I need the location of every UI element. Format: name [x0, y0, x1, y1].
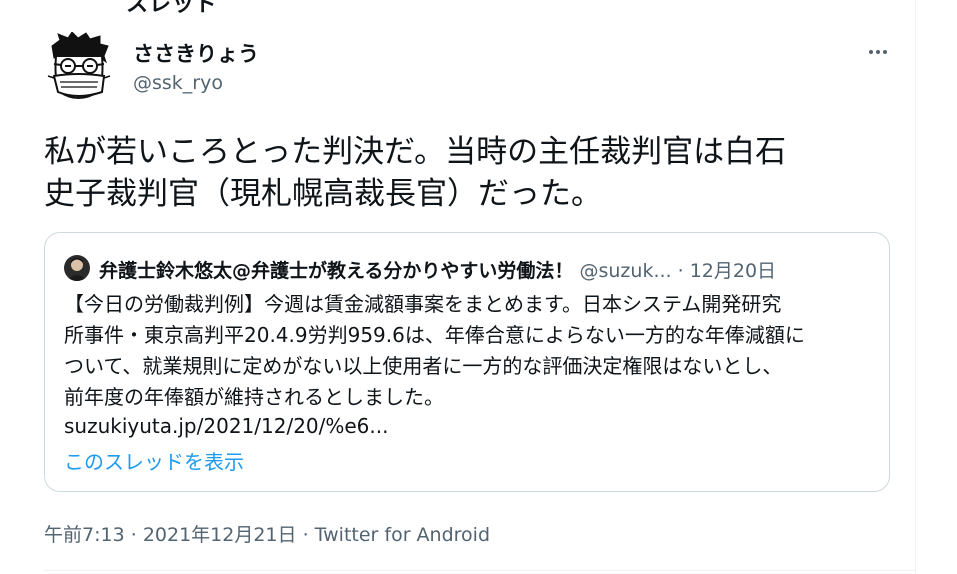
- tweet-time[interactable]: 午前7:13: [44, 524, 125, 546]
- author-display-name[interactable]: ささきりょう: [133, 38, 259, 68]
- quoted-tweet-text: 【今日の労働裁判例】今週は賃金減額事案をまとめます。日本システム開発研究 所事件…: [64, 292, 805, 409]
- quoted-tweet-header: 弁護士鈴木悠太@弁護士が教える分かりやすい労働法！ @suzuk... · 12…: [99, 256, 879, 283]
- person-photo-icon: [64, 255, 90, 281]
- header-title-cutoff: スレッド: [126, 0, 219, 17]
- quoted-author-name[interactable]: 弁護士鈴木悠太@弁護士が教える分かりやすい労働法！: [99, 260, 573, 282]
- column-border: [915, 0, 916, 574]
- tweet-date[interactable]: 2021年12月21日: [143, 524, 297, 546]
- more-dot: [883, 50, 887, 54]
- divider: [44, 570, 915, 571]
- meta-separator: ·: [130, 524, 137, 546]
- quoted-tweet-card[interactable]: 弁護士鈴木悠太@弁護士が教える分かりやすい労働法！ @suzuk... · 12…: [44, 232, 890, 492]
- tweet-source-app[interactable]: Twitter for Android: [315, 524, 490, 546]
- quoted-tweet-link[interactable]: suzukiyuta.jp/2021/12/20/%e6...: [64, 414, 388, 438]
- more-options-icon[interactable]: [860, 38, 896, 66]
- quoted-author-handle[interactable]: @suzuk...: [579, 260, 671, 282]
- tweet-meta: 午前7:13 · 2021年12月21日 · Twitter for Andro…: [44, 520, 490, 547]
- show-thread-link[interactable]: このスレッドを表示: [64, 446, 244, 475]
- quoted-separator: ·: [677, 260, 684, 282]
- meta-separator: ·: [302, 524, 309, 546]
- author-handle[interactable]: @ssk_ryo: [133, 72, 223, 94]
- avatar-face-icon: [47, 31, 111, 99]
- quoted-author-avatar[interactable]: [64, 255, 90, 281]
- more-dot: [876, 50, 880, 54]
- quoted-date[interactable]: 12月20日: [690, 260, 776, 282]
- tweet-detail-view: スレッド ささきりょう @ssk_ryo 私が若いころとった判決だ。当時の主任裁…: [0, 0, 957, 574]
- author-avatar[interactable]: [46, 31, 112, 104]
- tweet-text: 私が若いころとった判決だ。当時の主任裁判官は白石 史子裁判官（現札幌高裁長官）だ…: [44, 134, 787, 212]
- more-dot: [869, 50, 873, 54]
